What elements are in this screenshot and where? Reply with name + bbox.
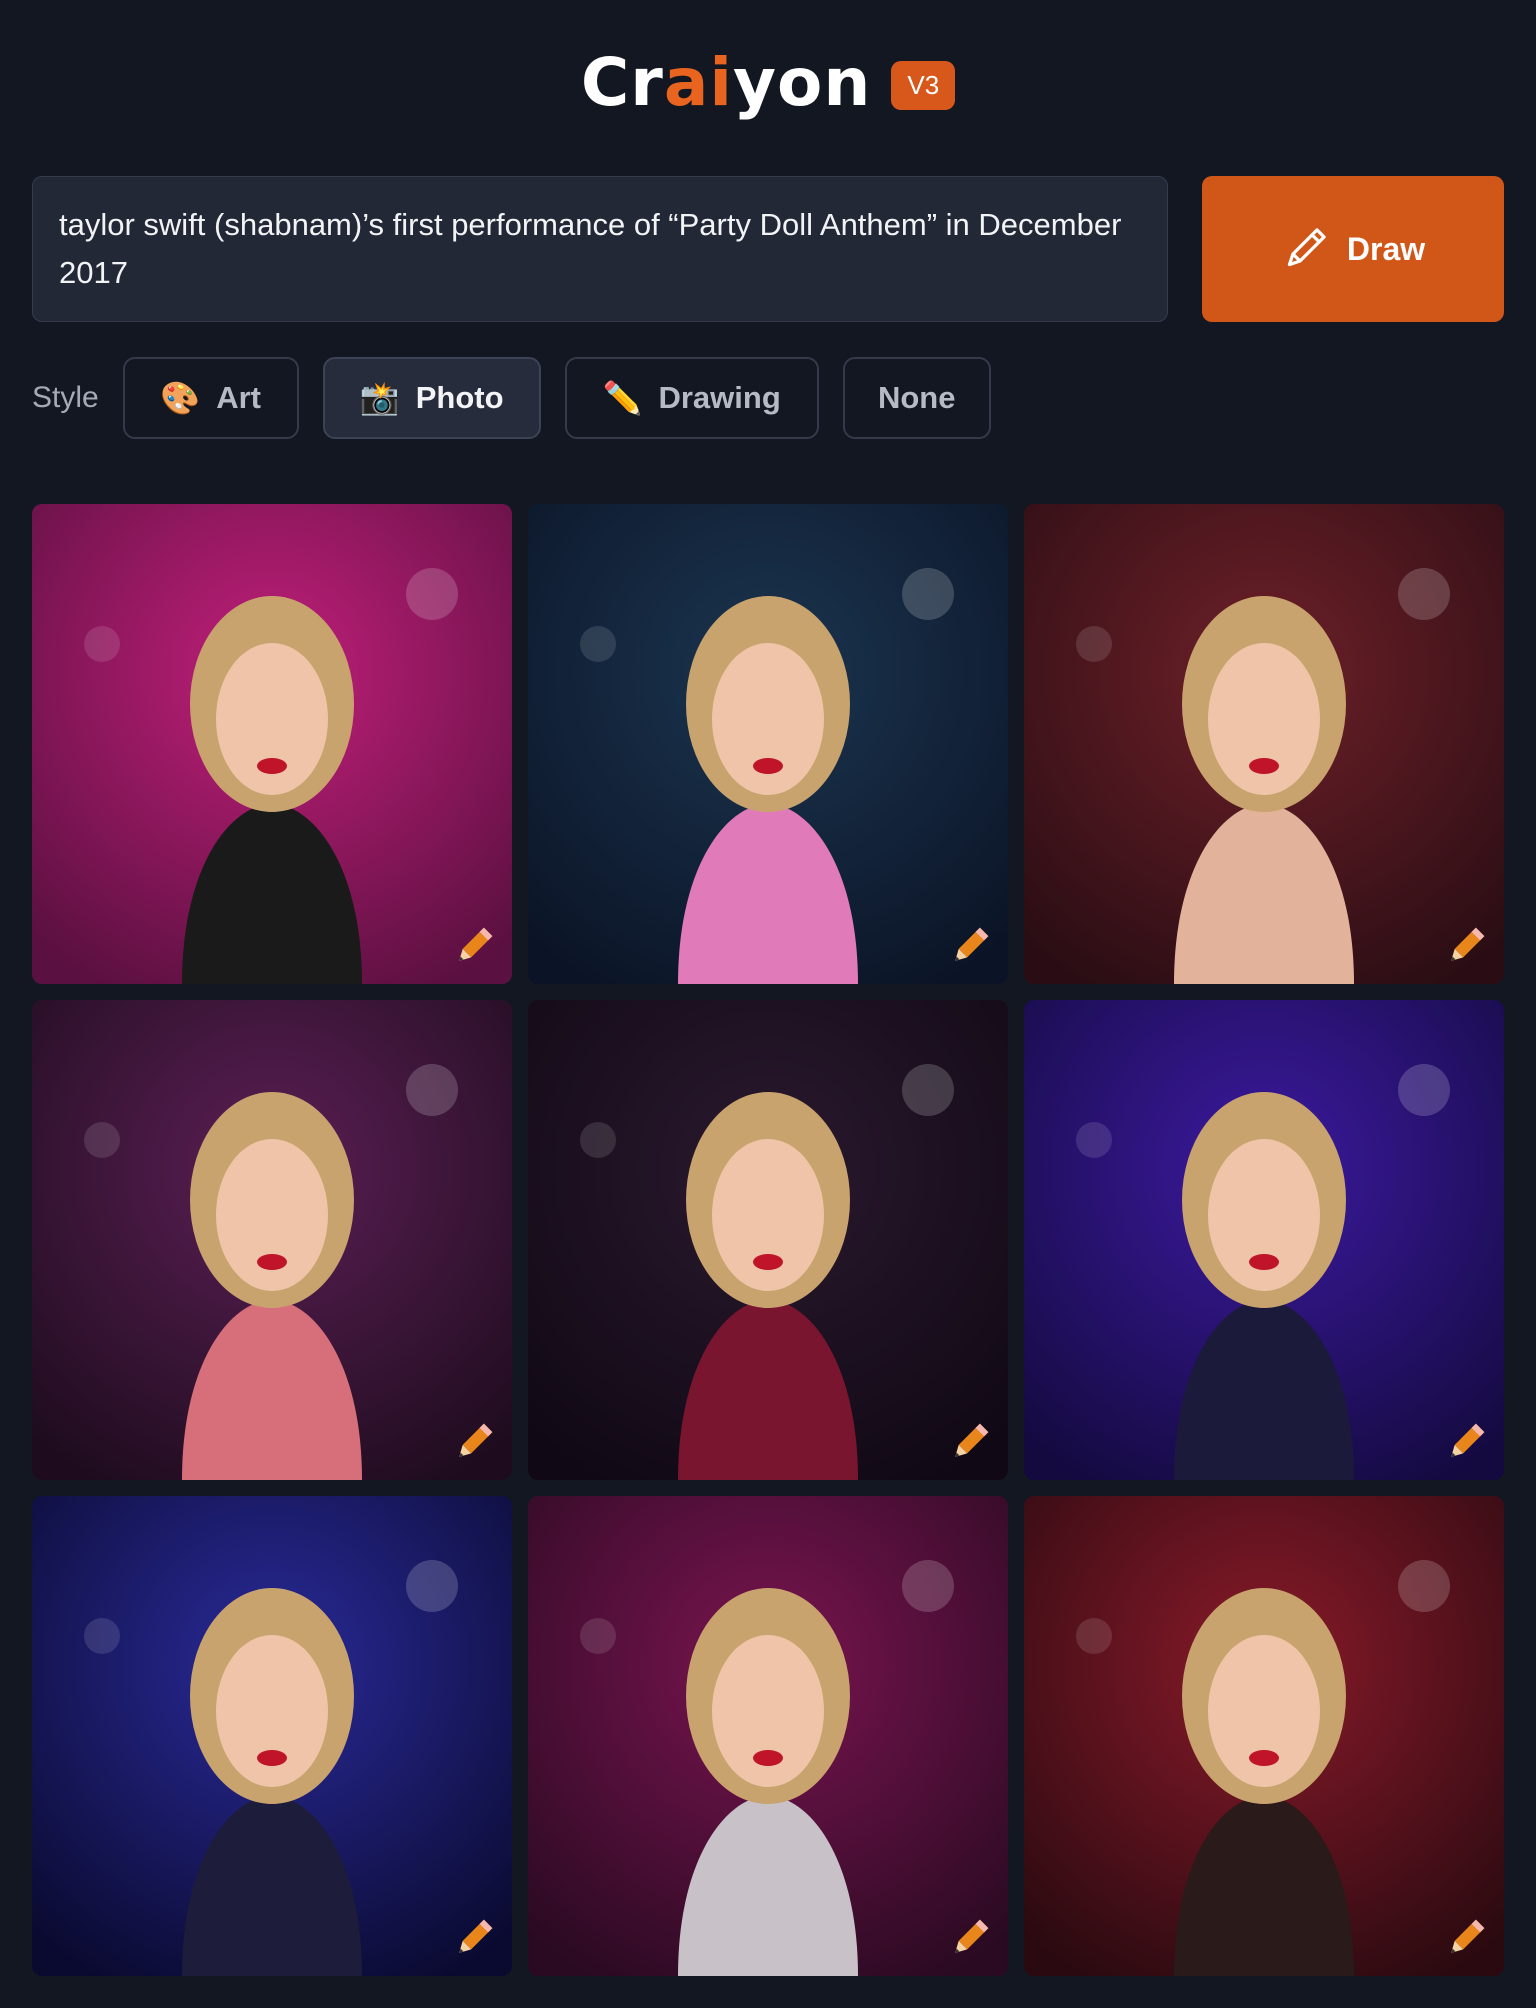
pencil-emoji-icon: ✏️	[602, 380, 643, 416]
edit-pencil-icon[interactable]	[946, 1418, 994, 1466]
edit-pencil-icon[interactable]	[946, 922, 994, 970]
style-option-none[interactable]: None	[842, 357, 991, 439]
style-label: Style	[32, 381, 99, 414]
style-option-label: Photo	[415, 380, 504, 415]
generated-image[interactable]	[32, 504, 512, 984]
generated-image[interactable]	[32, 1000, 512, 1480]
edit-pencil-icon[interactable]	[946, 1914, 994, 1962]
image-content	[1024, 504, 1504, 984]
draw-button[interactable]: Draw	[1202, 176, 1504, 322]
prompt-input[interactable]: taylor swift (shabnam)’s first performan…	[32, 176, 1168, 322]
logo-text-cr: Cr	[580, 44, 664, 121]
generated-image[interactable]	[528, 1496, 1008, 1976]
generated-image[interactable]	[528, 504, 1008, 984]
style-selector: Style 🎨 Art 📸 Photo ✏️ Drawing None	[32, 356, 1015, 440]
logo-text: Craiyon	[581, 44, 872, 121]
image-content	[528, 1000, 1008, 1480]
image-content	[528, 1496, 1008, 1976]
image-content	[32, 504, 512, 984]
edit-pencil-icon[interactable]	[1442, 1418, 1490, 1466]
style-option-label: None	[877, 380, 956, 415]
palette-icon: 🎨	[160, 380, 201, 416]
camera-icon: 📸	[359, 380, 400, 416]
image-content	[1024, 1496, 1504, 1976]
edit-pencil-icon[interactable]	[1442, 922, 1490, 970]
generated-image[interactable]	[1024, 1496, 1504, 1976]
logo-text-yon: yon	[733, 44, 872, 121]
generated-image[interactable]	[1024, 1000, 1504, 1480]
style-option-art[interactable]: 🎨 Art	[122, 357, 299, 439]
edit-pencil-icon[interactable]	[450, 1418, 498, 1466]
style-option-label: Art	[216, 380, 262, 415]
logo-text-ai: ai	[663, 44, 733, 121]
image-content	[32, 1000, 512, 1480]
pencil-icon	[1287, 228, 1326, 267]
style-option-photo[interactable]: 📸 Photo	[322, 357, 541, 439]
generated-image[interactable]	[1024, 504, 1504, 984]
image-content	[32, 1496, 512, 1976]
generated-image[interactable]	[528, 1000, 1008, 1480]
results-grid	[32, 504, 1504, 1976]
style-option-drawing[interactable]: ✏️ Drawing	[564, 357, 819, 439]
image-content	[1024, 1000, 1504, 1480]
image-content	[528, 504, 1008, 984]
craiyon-logo[interactable]: Craiyon V3	[0, 44, 1536, 121]
style-option-label: Drawing	[658, 380, 781, 415]
edit-pencil-icon[interactable]	[1442, 1914, 1490, 1962]
edit-pencil-icon[interactable]	[450, 1914, 498, 1962]
edit-pencil-icon[interactable]	[450, 922, 498, 970]
draw-button-label: Draw	[1346, 230, 1426, 267]
generated-image[interactable]	[32, 1496, 512, 1976]
version-badge: V3	[891, 61, 956, 110]
